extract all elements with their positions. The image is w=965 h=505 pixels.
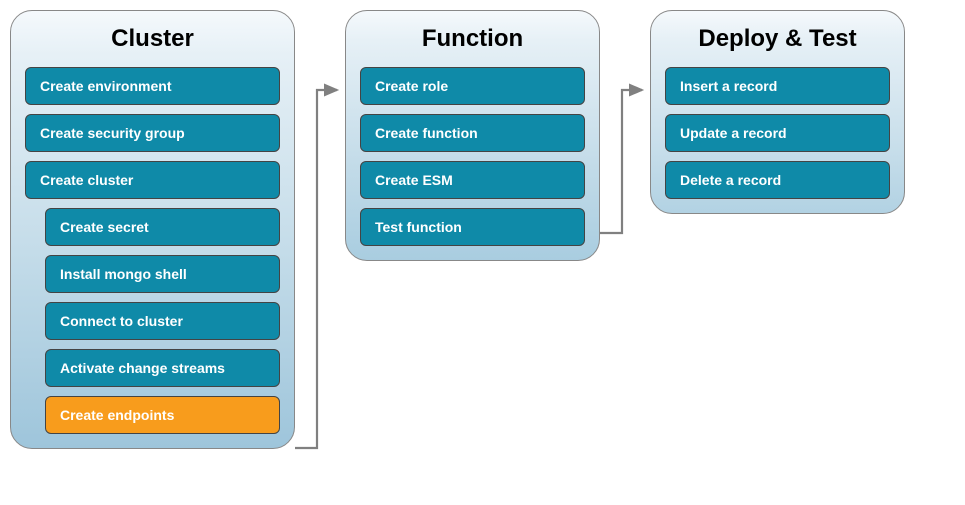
step-create-endpoints[interactable]: Create endpoints (45, 396, 280, 434)
step-create-role[interactable]: Create role (360, 67, 585, 105)
panel-cluster-title: Cluster (25, 19, 280, 57)
step-install-mongo-shell[interactable]: Install mongo shell (45, 255, 280, 293)
cluster-steps: Create environment Create security group… (25, 67, 280, 434)
arrow-cluster-to-function (295, 10, 345, 470)
step-activate-change-streams[interactable]: Activate change streams (45, 349, 280, 387)
panel-deploy-title: Deploy & Test (665, 19, 890, 57)
function-steps: Create role Create function Create ESM T… (360, 67, 585, 246)
step-create-function[interactable]: Create function (360, 114, 585, 152)
step-test-function[interactable]: Test function (360, 208, 585, 246)
step-insert-a-record[interactable]: Insert a record (665, 67, 890, 105)
arrow-function-to-deploy (600, 10, 650, 270)
step-update-a-record[interactable]: Update a record (665, 114, 890, 152)
step-create-environment[interactable]: Create environment (25, 67, 280, 105)
arrow-icon (295, 10, 345, 470)
workflow-diagram: Cluster Create environment Create securi… (10, 10, 955, 470)
cluster-nested-steps: Create secret Install mongo shell Connec… (45, 208, 280, 434)
panel-cluster: Cluster Create environment Create securi… (10, 10, 295, 449)
arrow-icon (600, 10, 650, 270)
step-delete-a-record[interactable]: Delete a record (665, 161, 890, 199)
panel-function-title: Function (360, 19, 585, 57)
step-create-cluster[interactable]: Create cluster (25, 161, 280, 199)
step-create-esm[interactable]: Create ESM (360, 161, 585, 199)
step-create-security-group[interactable]: Create security group (25, 114, 280, 152)
step-create-secret[interactable]: Create secret (45, 208, 280, 246)
panel-function: Function Create role Create function Cre… (345, 10, 600, 261)
step-connect-to-cluster[interactable]: Connect to cluster (45, 302, 280, 340)
panel-deploy: Deploy & Test Insert a record Update a r… (650, 10, 905, 214)
deploy-steps: Insert a record Update a record Delete a… (665, 67, 890, 199)
